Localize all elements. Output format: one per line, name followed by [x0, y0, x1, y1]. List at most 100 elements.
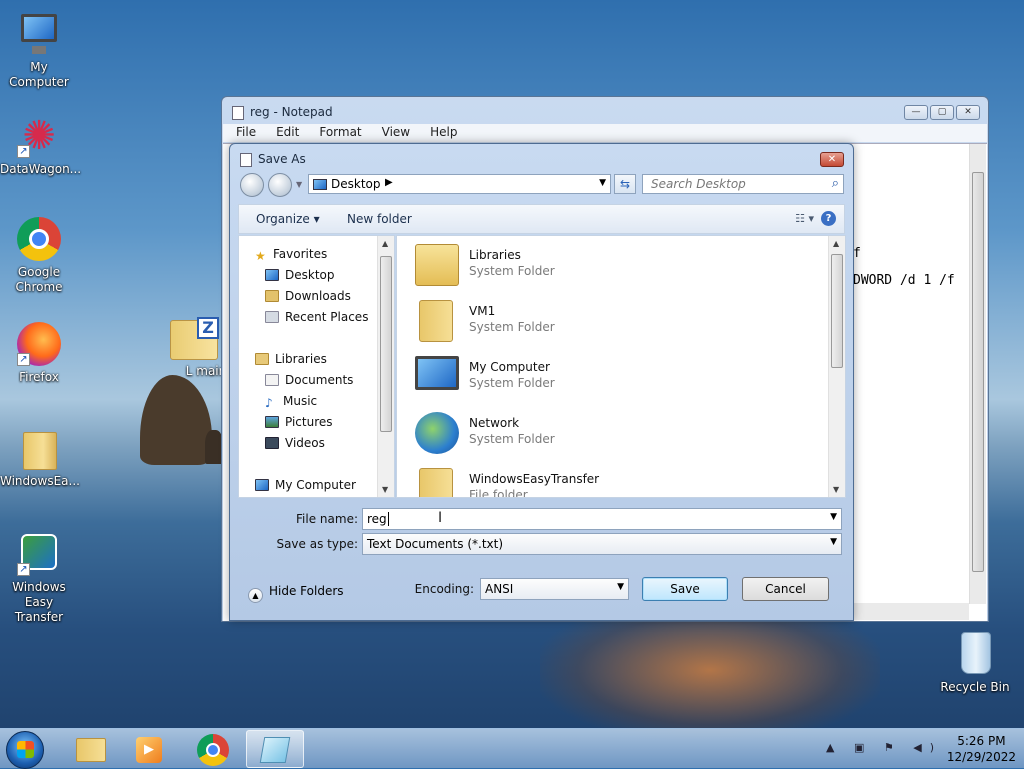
chevron-down-icon[interactable]: ▼ — [599, 178, 606, 188]
hide-folders-button[interactable]: ▲ Hide Folders — [248, 584, 344, 603]
downloads-icon — [265, 290, 279, 302]
menu-file[interactable]: File — [223, 124, 263, 142]
desktop-icon — [313, 179, 327, 190]
desktop-icon-windows-easy-transfer[interactable]: ↗ Windows Easy Transfer — [0, 530, 78, 625]
forward-button[interactable] — [268, 173, 292, 197]
notepad-icon — [232, 106, 244, 120]
menu-edit[interactable]: Edit — [263, 124, 306, 142]
text-caret — [387, 512, 389, 526]
notepad-vertical-scrollbar[interactable] — [969, 144, 986, 604]
file-list-scrollbar[interactable]: ▲ ▼ — [828, 236, 845, 497]
scrollbar-thumb[interactable] — [380, 256, 392, 432]
desktop-icon-firefox[interactable]: ↗ Firefox — [0, 320, 78, 385]
desktop-icon-my-computer[interactable]: My Computer — [0, 10, 78, 90]
filename-input[interactable]: reg ▼ — [362, 508, 842, 530]
breadcrumb-arrow-icon[interactable]: ▶ — [385, 177, 393, 188]
navigation-pane-scrollbar[interactable]: ▲ ▼ — [377, 236, 394, 497]
desktop-icon-windowseasy-folder[interactable]: WindowsEa... — [0, 424, 80, 489]
address-bar[interactable]: Desktop ▶ ▼ — [308, 174, 611, 194]
nav-downloads[interactable]: Downloads — [265, 289, 351, 303]
nav-recent-places[interactable]: Recent Places — [265, 310, 368, 324]
file-item-windowseasytransfer[interactable]: WindowsEasyTransfer File folder — [415, 464, 775, 497]
notepad-menubar: File Edit Format View Help — [223, 124, 987, 142]
save-button[interactable]: Save — [642, 577, 728, 601]
nav-desktop[interactable]: Desktop — [265, 268, 335, 282]
help-icon[interactable]: ? — [821, 211, 836, 226]
menu-view[interactable]: View — [369, 124, 417, 142]
dialog-toolbar: Organize ▾ New folder ☷ ▾ ? — [238, 204, 845, 234]
recent-pages-dropdown-icon[interactable]: ▼ — [296, 180, 302, 189]
documents-icon — [265, 374, 279, 386]
scroll-down-icon[interactable]: ▼ — [833, 485, 839, 494]
notepad-text-line: f — [853, 246, 861, 261]
navigation-pane: ★ Favorites Desktop Downloads Recent Plac… — [238, 235, 395, 498]
shortcut-arrow-icon: ↗ — [17, 145, 30, 158]
new-folder-button[interactable]: New folder — [347, 212, 412, 226]
notepad-horizontal-scrollbar[interactable] — [853, 603, 969, 620]
nav-my-computer[interactable]: My Computer — [255, 478, 356, 492]
desktop-icon-datawagon[interactable]: ✺ ↗ DataWagon... — [0, 112, 81, 177]
taskbar-media-player[interactable]: ▶ — [120, 730, 178, 768]
organize-button[interactable]: Organize ▾ — [256, 212, 320, 226]
search-input[interactable]: Search Desktop ⌕ — [642, 174, 844, 194]
file-item-network[interactable]: Network System Folder — [415, 408, 775, 460]
desktop-icon-recycle-bin[interactable]: Recycle Bin — [936, 630, 1014, 695]
desktop-icon-google-chrome[interactable]: Google Chrome — [0, 215, 78, 295]
scroll-up-icon[interactable]: ▲ — [382, 239, 388, 248]
wallpaper-rock — [140, 375, 212, 465]
chrome-icon — [17, 217, 61, 261]
zip-folder-icon: Z — [170, 317, 219, 360]
taskbar-chrome[interactable] — [184, 730, 242, 768]
nav-documents[interactable]: Documents — [265, 373, 353, 387]
system-tray-icons[interactable]: ▲ ▣ ⚑ ◀) — [826, 741, 942, 754]
menu-help[interactable]: Help — [417, 124, 464, 142]
encoding-select[interactable]: ANSI ▼ — [480, 578, 629, 600]
folder-icon — [76, 738, 106, 762]
notepad-icon — [259, 737, 291, 763]
save-as-dialog[interactable]: Save As ✕ ▼ Desktop ▶ ▼ ⇆ Search Desktop… — [229, 143, 854, 621]
scroll-down-icon[interactable]: ▼ — [382, 485, 388, 494]
nav-videos[interactable]: Videos — [265, 436, 325, 450]
minimize-button[interactable]: — — [904, 105, 928, 120]
nav-pictures[interactable]: Pictures — [265, 415, 333, 429]
pictures-icon — [265, 416, 279, 428]
dialog-close-button[interactable]: ✕ — [820, 152, 844, 167]
nav-music[interactable]: ♪ Music — [265, 394, 317, 410]
desktop-icon-label: Google Chrome — [15, 265, 63, 294]
close-button[interactable]: ✕ — [956, 105, 980, 120]
savetype-label: Save as type: — [276, 537, 358, 551]
file-item-libraries[interactable]: Libraries System Folder — [415, 240, 775, 292]
back-button[interactable] — [240, 173, 264, 197]
music-icon: ♪ — [265, 396, 273, 410]
folder-icon — [419, 468, 453, 497]
savetype-select[interactable]: Text Documents (*.txt) ▼ — [362, 533, 842, 555]
search-icon[interactable]: ⌕ — [832, 176, 839, 191]
scroll-up-icon[interactable]: ▲ — [833, 239, 839, 248]
filename-value: reg — [367, 512, 387, 526]
clock[interactable]: 5:26 PM 12/29/2022 — [947, 733, 1016, 765]
refresh-button[interactable]: ⇆ — [614, 174, 636, 194]
file-item-vm1[interactable]: VM1 System Folder — [415, 296, 775, 348]
desktop-icon-label: Windows Easy Transfer — [12, 580, 66, 624]
address-desktop[interactable]: Desktop — [331, 177, 381, 191]
file-item-my-computer[interactable]: My Computer System Folder — [415, 352, 775, 404]
taskbar-notepad[interactable] — [246, 730, 304, 768]
taskbar-explorer[interactable] — [62, 730, 120, 768]
start-button[interactable] — [6, 731, 44, 769]
recycle-bin-icon — [961, 632, 991, 674]
chevron-down-icon[interactable]: ▼ — [830, 512, 837, 522]
chevron-down-icon[interactable]: ▼ — [830, 537, 837, 547]
nav-favorites[interactable]: ★ Favorites — [255, 247, 327, 263]
menu-format[interactable]: Format — [306, 124, 368, 142]
desktop-icon-label: WindowsEa... — [0, 474, 80, 488]
cancel-button[interactable]: Cancel — [742, 577, 829, 601]
scrollbar-thumb[interactable] — [972, 172, 984, 572]
computer-icon — [415, 356, 459, 390]
maximize-button[interactable]: ▢ — [930, 105, 954, 120]
chevron-down-icon[interactable]: ▼ — [617, 582, 624, 592]
nav-libraries[interactable]: Libraries — [255, 352, 327, 366]
recent-places-icon — [265, 311, 279, 323]
shortcut-arrow-icon: ↗ — [17, 353, 30, 366]
scrollbar-thumb[interactable] — [831, 254, 843, 368]
change-view-icon[interactable]: ☷ ▾ — [795, 212, 814, 225]
